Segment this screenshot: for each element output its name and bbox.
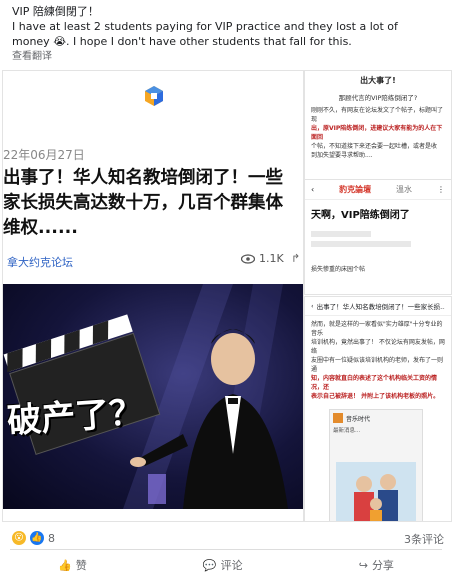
- reaction-summary[interactable]: 😮 👍 8: [12, 531, 55, 545]
- article-source[interactable]: 拿大约克论坛: [7, 254, 73, 270]
- reaction-count: 8: [48, 531, 55, 545]
- comment-button[interactable]: 💬 评论: [203, 557, 243, 573]
- app-logo-icon: [145, 86, 163, 106]
- divider: [10, 549, 442, 550]
- forum-post-footer: 损失惨重的床园个帖: [311, 266, 366, 273]
- family-photo: [336, 462, 416, 521]
- post-actions: 👍 赞 💬 评论 ↪ 分享: [0, 552, 452, 578]
- post-media[interactable]: 22年06月27日 出事了！华人知名教培倒闭了！一些 家长损失高达数十万，几百个…: [2, 70, 452, 522]
- view-count: 1.1K: [241, 252, 284, 265]
- comment-count[interactable]: 3条评论: [404, 531, 444, 547]
- article-banner-image: 破产了？: [3, 284, 303, 509]
- see-translation-link[interactable]: 查看翻译: [12, 47, 52, 62]
- panel1-title: 出大事了!: [360, 76, 396, 85]
- blurred-line: [311, 231, 371, 237]
- forum-screenshot[interactable]: ‹ 豹克論壇 溫水 ⋮ 天啊，VIP陪练倒闭了 损失惨重的床园个帖: [304, 179, 452, 295]
- chat-screenshot: 音乐时代 最新消息...: [329, 409, 423, 521]
- chat-text: 最新消息...: [333, 428, 361, 434]
- more-icon: ⋮: [436, 185, 445, 194]
- share-arrow-icon[interactable]: ↱: [291, 252, 300, 265]
- share-button[interactable]: ↪ 分享: [359, 557, 394, 573]
- back-icon: ‹: [311, 185, 315, 194]
- right-screenshots: 出大事了! 那顾代言的VIP陪练倒闭了? 刚刚不久，有网友在论坛发文了个帖子，标…: [304, 70, 452, 522]
- like-emoji-icon: 👍: [30, 531, 44, 545]
- like-button[interactable]: 👍 赞: [58, 557, 87, 573]
- blurred-line: [311, 241, 411, 247]
- article2-body: 然而，就是这样的一家看似"实力雄厚"十分专业的音乐 培训机构，竟然出事了！ 不仅…: [311, 321, 445, 400]
- share-icon: ↪: [358, 558, 368, 572]
- comment-bubble-icon: 💬: [202, 558, 217, 572]
- avatar: [333, 413, 343, 423]
- article-headline: 出事了！华人知名教培倒闭了！一些 家长损失高达数十万，几百个群集体 维权....…: [3, 168, 283, 238]
- eye-icon: [241, 253, 255, 264]
- forum-post-title: 天啊，VIP陪练倒闭了: [311, 210, 410, 221]
- article2-header: ‹ 出事了！华人知名教培倒闭了！一些家长损...: [305, 297, 451, 316]
- article-screenshot-2[interactable]: ‹ 出事了！华人知名教培倒闭了！一些家长损... 然而，就是这样的一家看似"实力…: [304, 296, 452, 522]
- wow-emoji-icon: 😮: [12, 531, 26, 545]
- article-date: 22年06月27日: [3, 148, 85, 162]
- news-screenshot-1[interactable]: 出大事了! 那顾代言的VIP陪练倒闭了? 刚刚不久，有网友在论坛发文了个帖子，标…: [304, 70, 452, 180]
- forum-header: ‹ 豹克論壇 溫水 ⋮: [305, 180, 451, 200]
- forum-brand: 豹克論壇: [339, 185, 372, 194]
- banner-caption: 破产了？: [6, 392, 145, 442]
- forum-author: 溫水: [396, 185, 413, 194]
- post-text: VIP 陪練倒閉了！ I have at least 2 students pa…: [12, 5, 398, 48]
- thumbs-up-icon: 👍: [58, 558, 72, 572]
- panel1-body: 刚刚不久，有网友在论坛发文了个帖子，标题叫了现 出，原VIP陪练倒闭，进建议大家…: [311, 107, 444, 159]
- back-icon: ‹: [311, 302, 314, 310]
- article-screenshot[interactable]: 22年06月27日 出事了！华人知名教培倒闭了！一些 家长损失高达数十万，几百个…: [2, 70, 304, 522]
- panel1-subtitle: 那顾代言的VIP陪练倒闭了?: [338, 94, 418, 102]
